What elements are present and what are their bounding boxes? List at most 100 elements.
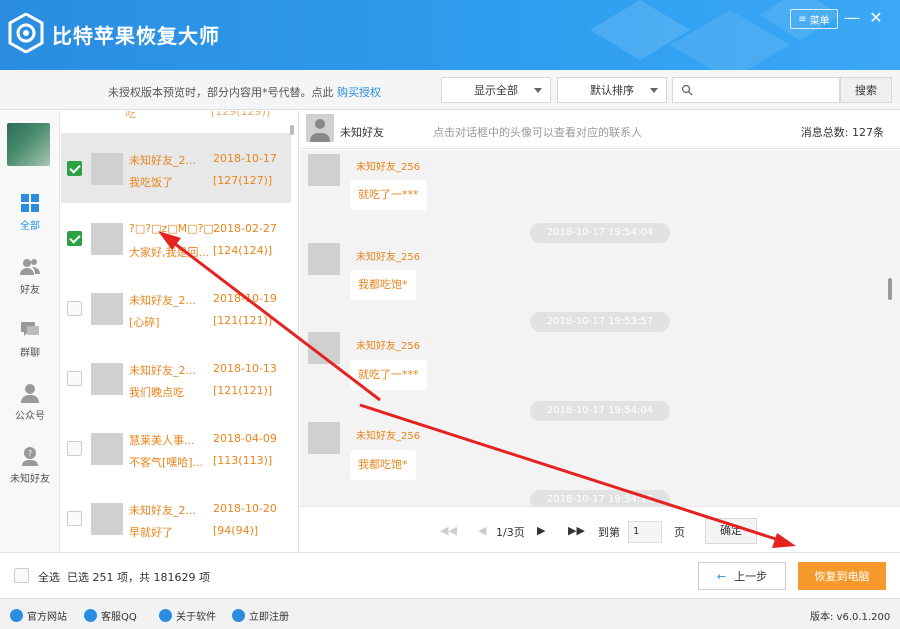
- conversation-checkbox[interactable]: [67, 161, 82, 176]
- footer-link-qq[interactable]: 客服QQ: [84, 608, 137, 623]
- message-sender: 未知好友_256: [356, 431, 421, 442]
- title-bar: 比特苹果恢复大师 ≡ 菜单 — ✕: [0, 0, 900, 70]
- message-avatar[interactable]: [308, 243, 340, 275]
- chevron-down-icon: [650, 88, 658, 93]
- next-page-icon[interactable]: ▶: [537, 524, 545, 537]
- sidebar-item-label: 未知好友: [10, 474, 50, 485]
- message-avatar[interactable]: [308, 154, 340, 186]
- sidebar-item-unknown-friend[interactable]: ? 未知好友: [0, 446, 60, 485]
- message-avatar[interactable]: [308, 332, 340, 364]
- message-bubble: 我都吃饱*: [350, 450, 416, 480]
- page-number-input[interactable]: 1: [628, 521, 662, 543]
- search-button[interactable]: 搜索: [840, 77, 892, 103]
- grid-icon: [21, 194, 39, 212]
- last-page-icon[interactable]: ▶▶: [568, 524, 585, 537]
- goto-page-button[interactable]: 确定: [705, 518, 757, 544]
- select-all-checkbox[interactable]: [14, 568, 29, 583]
- list-item[interactable]: 未知好友_2... 2018-10-17 我吃饭了 [127(127)]: [61, 133, 291, 203]
- message-bubble: 就吃了一***: [350, 180, 427, 210]
- conversation-preview: 我吃饭了: [129, 176, 173, 189]
- sidebar-item-group-chat[interactable]: 群聊: [0, 320, 60, 359]
- home-icon: [10, 609, 23, 622]
- message-avatar[interactable]: [308, 422, 340, 454]
- list-item[interactable]: 未知好友_2... 2018-10-13 我们晚点吃 [121(121)]: [61, 343, 291, 413]
- select-all-label[interactable]: 全选: [38, 569, 60, 585]
- selection-summary: 已选 251 项，共 181629 项: [67, 571, 210, 584]
- conversation-name: 慧莱美人事...: [129, 434, 195, 447]
- contact-avatar[interactable]: [306, 114, 334, 142]
- list-item[interactable]: 未知好友_2... 2018-10-20 早就好了 [94(94)]: [61, 483, 291, 552]
- message-sender: 未知好友_256: [356, 162, 421, 173]
- sidebar-item-all[interactable]: 全部: [0, 193, 60, 232]
- buy-license-link[interactable]: 购买授权: [337, 86, 381, 99]
- contact-avatar[interactable]: [91, 223, 123, 255]
- conversation-count: [121(121)]: [213, 384, 273, 397]
- message-timestamp: 2018-10-17 19:54:04: [530, 223, 670, 243]
- conversation-checkbox[interactable]: [67, 231, 82, 246]
- minimize-button[interactable]: —: [842, 8, 862, 28]
- sidebar-item-official-account[interactable]: 公众号: [0, 383, 60, 422]
- chat-hint: 点击对话框中的头像可以查看对应的联系人: [433, 126, 642, 139]
- prev-page-icon[interactable]: ◀: [478, 524, 486, 537]
- prev-step-button[interactable]: ← 上一步: [698, 562, 786, 590]
- message-bubble: 就吃了一***: [350, 360, 427, 390]
- qq-icon: [84, 609, 97, 622]
- group-chat-icon: [21, 322, 39, 336]
- close-button[interactable]: ✕: [866, 8, 886, 28]
- recover-to-computer-button[interactable]: 恢复到电脑: [798, 562, 886, 590]
- conversation-checkbox[interactable]: [67, 301, 82, 316]
- footer-link-website[interactable]: 官方网站: [10, 608, 67, 623]
- notice-text: 未授权版本预览时，部分内容用*号代替。点此: [108, 86, 334, 99]
- conversation-name: 未知好友_2...: [129, 154, 196, 167]
- official-account-icon: [21, 384, 39, 403]
- sort-dropdown[interactable]: 默认排序: [557, 77, 667, 103]
- list-item[interactable]: ?□?□z□M□?□... 2018-02-27 大家好,我是回... [124…: [61, 203, 291, 273]
- conversation-count: [113(113)]: [213, 454, 273, 467]
- chat-messages: 未知好友_256 就吃了一*** 2018-10-17 19:54:04 未知好…: [300, 150, 900, 506]
- search-input[interactable]: [672, 77, 840, 103]
- menu-button[interactable]: ≡ 菜单: [790, 9, 838, 29]
- menu-icon: ≡: [798, 13, 807, 25]
- contact-avatar[interactable]: [91, 363, 123, 395]
- arrow-left-icon: ←: [716, 569, 727, 583]
- contact-avatar[interactable]: [91, 503, 123, 535]
- app-logo-icon: [8, 13, 44, 53]
- contact-avatar[interactable]: [91, 293, 123, 325]
- footer-link-label: 官方网站: [27, 612, 67, 623]
- app-title: 比特苹果恢复大师: [52, 24, 220, 48]
- category-sidebar: 全部 好友 群聊 公众号 ? 未知好友: [0, 111, 60, 552]
- list-scrollbar[interactable]: [290, 125, 294, 135]
- footer-link-register[interactable]: 立即注册: [232, 608, 289, 623]
- conversation-name: ?□?□z□M□?□...: [129, 222, 225, 235]
- avatar[interactable]: [7, 123, 50, 166]
- conversation-checkbox[interactable]: [67, 511, 82, 526]
- first-page-icon[interactable]: ◀◀: [440, 524, 457, 537]
- list-item[interactable]: 慧莱美人事... 2018-04-09 不客气[嘿哈]... [113(113)…: [61, 413, 291, 483]
- conversation-preview: 早就好了: [129, 526, 173, 539]
- filter-dropdown[interactable]: 显示全部: [441, 77, 551, 103]
- chat-scrollbar[interactable]: [888, 278, 892, 300]
- chevron-down-icon: [534, 88, 542, 93]
- sidebar-item-label: 好友: [20, 285, 40, 296]
- footer-link-label: 立即注册: [249, 612, 289, 623]
- conversation-date: 2018-10-17: [213, 152, 277, 165]
- conversation-checkbox[interactable]: [67, 371, 82, 386]
- goto-label: 到第: [598, 526, 620, 539]
- conversation-preview: 不客气[嘿哈]...: [129, 456, 204, 469]
- conversation-name: 未知好友_2...: [129, 504, 196, 517]
- footer-link-label: 客服QQ: [101, 612, 137, 623]
- unknown-friend-icon: ?: [22, 447, 38, 466]
- conversation-name: 未知好友_2...: [129, 364, 196, 377]
- contact-avatar[interactable]: [91, 153, 123, 185]
- message-total: 消息总数: 127条: [800, 126, 884, 139]
- footer-link-label: 关于软件: [176, 612, 216, 623]
- contact-avatar[interactable]: [91, 433, 123, 465]
- chat-header: 未知好友 点击对话框中的头像可以查看对应的联系人 消息总数: 127条: [300, 111, 900, 149]
- svg-text:?: ?: [28, 449, 32, 458]
- footer-link-about[interactable]: 关于软件: [159, 608, 216, 623]
- prev-step-label: 上一步: [734, 570, 768, 583]
- sidebar-item-friends[interactable]: 好友: [0, 257, 60, 296]
- conversation-checkbox[interactable]: [67, 441, 82, 456]
- list-item[interactable]: 未知好友_2... 2018-10-19 [心碎] [121(121)]: [61, 273, 291, 343]
- footer: 官方网站 客服QQ 关于软件 立即注册 版本: v6.0.1.200: [0, 598, 900, 629]
